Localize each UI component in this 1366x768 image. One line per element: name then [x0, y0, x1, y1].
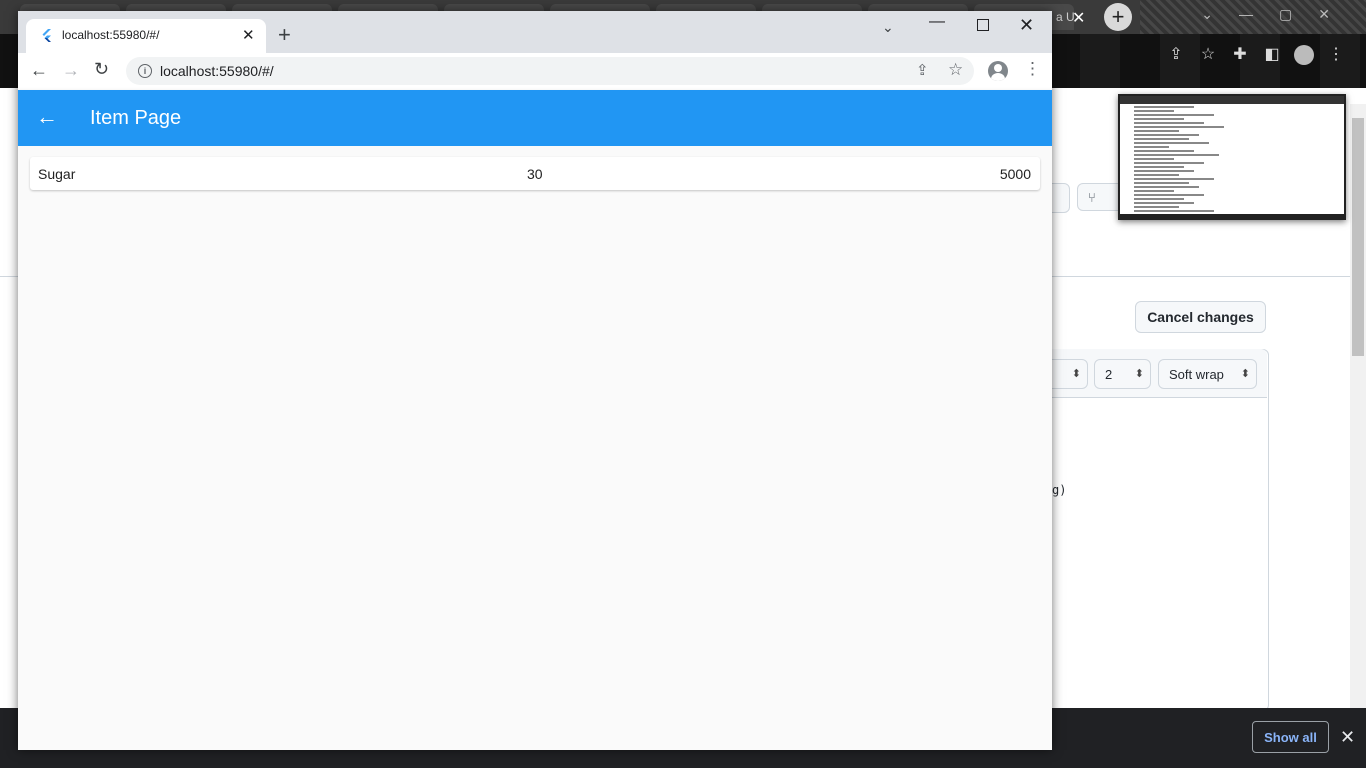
- background-tab-close-icon[interactable]: ✕: [1072, 8, 1085, 28]
- forward-arrow-icon[interactable]: →: [62, 60, 80, 81]
- background-window-controls[interactable]: ⌄—▢✕: [1201, 6, 1356, 23]
- side-panel-icon[interactable]: ◧: [1256, 44, 1288, 64]
- site-info-icon[interactable]: i: [138, 64, 152, 78]
- window-close-button[interactable]: ✕: [1019, 15, 1034, 36]
- maximize-button[interactable]: [977, 19, 989, 31]
- url-text[interactable]: localhost:55980/#/: [160, 63, 274, 79]
- back-arrow-icon[interactable]: ←: [30, 60, 48, 81]
- page-scrollbar-thumb[interactable]: [1352, 118, 1364, 356]
- avatar[interactable]: [1288, 44, 1320, 65]
- app-bar: ← Item Page: [18, 90, 1052, 146]
- fork-icon: ⑂: [1088, 190, 1096, 205]
- bookmark-star-icon[interactable]: ☆: [948, 60, 963, 80]
- tab-hover-preview: [1118, 94, 1346, 220]
- flutter-icon: [42, 29, 51, 42]
- address-bar[interactable]: i localhost:55980/#/ ⇪ ☆: [126, 57, 974, 85]
- back-arrow-icon[interactable]: ←: [36, 104, 58, 130]
- tab-search-icon[interactable]: ⌄: [882, 19, 894, 36]
- star-icon[interactable]: ☆: [1192, 44, 1224, 64]
- page-title: Item Page: [90, 107, 182, 129]
- tab-strip: localhost:55980/#/ ✕ + ⌄ — ✕: [18, 11, 1052, 53]
- page-content: Sugar 30 5000: [18, 146, 1052, 750]
- reload-icon[interactable]: ↻: [94, 59, 109, 80]
- menu-icon[interactable]: ⋮: [1024, 59, 1041, 79]
- item-quantity: 30: [527, 166, 543, 182]
- background-toolbar-icons: ⇪ ☆ ✚ ◧ ⋮: [1160, 44, 1352, 65]
- cancel-changes-button[interactable]: Cancel changes: [1135, 301, 1266, 333]
- minimize-button[interactable]: —: [926, 13, 948, 39]
- browser-toolbar: ← → ↻ i localhost:55980/#/ ⇪ ☆ ⋮: [18, 53, 1052, 90]
- share-icon[interactable]: ⇪: [916, 61, 929, 79]
- show-all-downloads-button[interactable]: Show all: [1252, 721, 1329, 753]
- extensions-icon[interactable]: ✚: [1224, 44, 1256, 64]
- indent-mode-select[interactable]: [1046, 359, 1088, 389]
- code-editor[interactable]: [1040, 349, 1269, 711]
- indent-size-select[interactable]: 2: [1094, 359, 1151, 389]
- background-new-tab-button[interactable]: +: [1104, 3, 1132, 31]
- downloads-close-icon[interactable]: ✕: [1340, 727, 1355, 748]
- code-text: g): [1052, 483, 1067, 497]
- browser-window: localhost:55980/#/ ✕ + ⌄ — ✕ ← → ↻ i loc…: [18, 11, 1052, 750]
- tab-title: localhost:55980/#/: [62, 28, 160, 42]
- wrap-mode-select[interactable]: Soft wrap: [1158, 359, 1257, 389]
- list-item[interactable]: Sugar 30 5000: [30, 157, 1040, 190]
- menu-icon[interactable]: ⋮: [1320, 44, 1352, 64]
- tab-close-icon[interactable]: ✕: [242, 26, 255, 44]
- profile-icon[interactable]: [988, 61, 1008, 81]
- new-tab-button[interactable]: +: [278, 24, 291, 46]
- item-name: Sugar: [38, 166, 76, 182]
- share-icon[interactable]: ⇪: [1160, 44, 1192, 64]
- item-price: 5000: [999, 166, 1031, 182]
- active-tab[interactable]: localhost:55980/#/ ✕: [26, 19, 266, 53]
